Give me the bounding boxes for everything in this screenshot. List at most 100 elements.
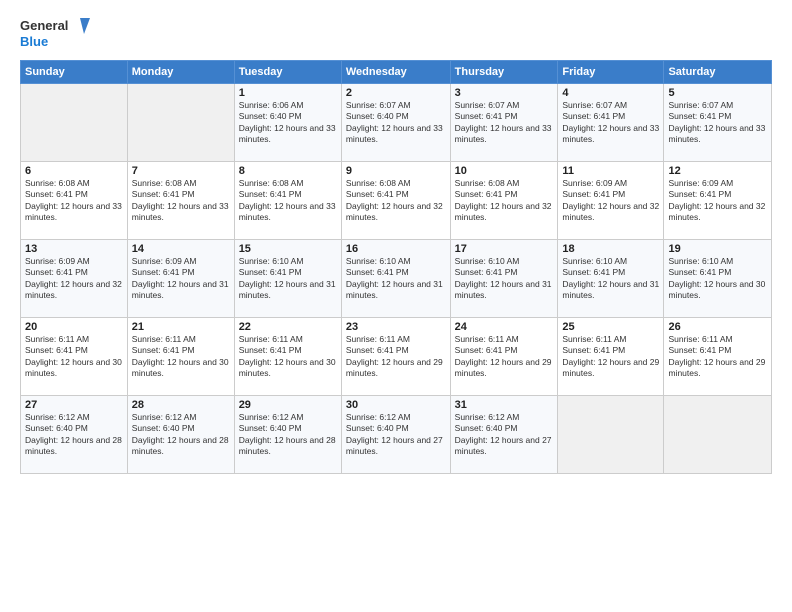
calendar-cell: 31Sunrise: 6:12 AM Sunset: 6:40 PM Dayli… [450, 396, 558, 474]
calendar-week-3: 13Sunrise: 6:09 AM Sunset: 6:41 PM Dayli… [21, 240, 772, 318]
day-info: Sunrise: 6:07 AM Sunset: 6:40 PM Dayligh… [346, 100, 446, 146]
calendar-week-5: 27Sunrise: 6:12 AM Sunset: 6:40 PM Dayli… [21, 396, 772, 474]
calendar-week-4: 20Sunrise: 6:11 AM Sunset: 6:41 PM Dayli… [21, 318, 772, 396]
day-number: 26 [668, 321, 767, 333]
calendar-cell: 12Sunrise: 6:09 AM Sunset: 6:41 PM Dayli… [664, 162, 772, 240]
calendar-cell: 8Sunrise: 6:08 AM Sunset: 6:41 PM Daylig… [234, 162, 341, 240]
day-number: 15 [239, 243, 337, 255]
day-number: 12 [668, 165, 767, 177]
weekday-header-friday: Friday [558, 61, 664, 84]
calendar-cell [558, 396, 664, 474]
calendar-cell: 28Sunrise: 6:12 AM Sunset: 6:40 PM Dayli… [127, 396, 234, 474]
day-number: 18 [562, 243, 659, 255]
calendar-body: 1Sunrise: 6:06 AM Sunset: 6:40 PM Daylig… [21, 84, 772, 474]
calendar-cell: 7Sunrise: 6:08 AM Sunset: 6:41 PM Daylig… [127, 162, 234, 240]
calendar-cell: 4Sunrise: 6:07 AM Sunset: 6:41 PM Daylig… [558, 84, 664, 162]
day-number: 23 [346, 321, 446, 333]
day-number: 8 [239, 165, 337, 177]
weekday-header-saturday: Saturday [664, 61, 772, 84]
day-info: Sunrise: 6:11 AM Sunset: 6:41 PM Dayligh… [25, 334, 123, 380]
calendar-cell: 9Sunrise: 6:08 AM Sunset: 6:41 PM Daylig… [341, 162, 450, 240]
day-number: 10 [455, 165, 554, 177]
day-info: Sunrise: 6:06 AM Sunset: 6:40 PM Dayligh… [239, 100, 337, 146]
weekday-header-thursday: Thursday [450, 61, 558, 84]
day-number: 7 [132, 165, 230, 177]
calendar-cell: 16Sunrise: 6:10 AM Sunset: 6:41 PM Dayli… [341, 240, 450, 318]
day-info: Sunrise: 6:11 AM Sunset: 6:41 PM Dayligh… [562, 334, 659, 380]
day-number: 22 [239, 321, 337, 333]
calendar-cell: 14Sunrise: 6:09 AM Sunset: 6:41 PM Dayli… [127, 240, 234, 318]
day-info: Sunrise: 6:11 AM Sunset: 6:41 PM Dayligh… [346, 334, 446, 380]
day-number: 27 [25, 399, 123, 411]
calendar-week-1: 1Sunrise: 6:06 AM Sunset: 6:40 PM Daylig… [21, 84, 772, 162]
day-info: Sunrise: 6:08 AM Sunset: 6:41 PM Dayligh… [239, 178, 337, 224]
calendar-cell [664, 396, 772, 474]
weekday-header-wednesday: Wednesday [341, 61, 450, 84]
day-number: 20 [25, 321, 123, 333]
calendar-cell: 3Sunrise: 6:07 AM Sunset: 6:41 PM Daylig… [450, 84, 558, 162]
calendar-cell: 2Sunrise: 6:07 AM Sunset: 6:40 PM Daylig… [341, 84, 450, 162]
day-info: Sunrise: 6:10 AM Sunset: 6:41 PM Dayligh… [562, 256, 659, 302]
day-info: Sunrise: 6:11 AM Sunset: 6:41 PM Dayligh… [132, 334, 230, 380]
day-number: 3 [455, 87, 554, 99]
calendar-cell: 21Sunrise: 6:11 AM Sunset: 6:41 PM Dayli… [127, 318, 234, 396]
calendar-cell: 29Sunrise: 6:12 AM Sunset: 6:40 PM Dayli… [234, 396, 341, 474]
day-info: Sunrise: 6:10 AM Sunset: 6:41 PM Dayligh… [239, 256, 337, 302]
calendar-cell: 11Sunrise: 6:09 AM Sunset: 6:41 PM Dayli… [558, 162, 664, 240]
calendar-cell: 15Sunrise: 6:10 AM Sunset: 6:41 PM Dayli… [234, 240, 341, 318]
day-number: 9 [346, 165, 446, 177]
day-number: 19 [668, 243, 767, 255]
day-number: 28 [132, 399, 230, 411]
calendar-cell [21, 84, 128, 162]
logo: General Blue [20, 16, 90, 52]
header: General Blue [20, 16, 772, 52]
day-number: 25 [562, 321, 659, 333]
calendar-cell: 24Sunrise: 6:11 AM Sunset: 6:41 PM Dayli… [450, 318, 558, 396]
calendar-cell: 30Sunrise: 6:12 AM Sunset: 6:40 PM Dayli… [341, 396, 450, 474]
day-info: Sunrise: 6:12 AM Sunset: 6:40 PM Dayligh… [239, 412, 337, 458]
day-number: 1 [239, 87, 337, 99]
calendar-cell: 19Sunrise: 6:10 AM Sunset: 6:41 PM Dayli… [664, 240, 772, 318]
day-info: Sunrise: 6:09 AM Sunset: 6:41 PM Dayligh… [562, 178, 659, 224]
day-info: Sunrise: 6:09 AM Sunset: 6:41 PM Dayligh… [668, 178, 767, 224]
svg-text:General: General [20, 18, 68, 33]
day-info: Sunrise: 6:10 AM Sunset: 6:41 PM Dayligh… [668, 256, 767, 302]
day-number: 4 [562, 87, 659, 99]
calendar-cell: 1Sunrise: 6:06 AM Sunset: 6:40 PM Daylig… [234, 84, 341, 162]
calendar-cell: 20Sunrise: 6:11 AM Sunset: 6:41 PM Dayli… [21, 318, 128, 396]
day-info: Sunrise: 6:12 AM Sunset: 6:40 PM Dayligh… [25, 412, 123, 458]
calendar-cell: 26Sunrise: 6:11 AM Sunset: 6:41 PM Dayli… [664, 318, 772, 396]
day-info: Sunrise: 6:12 AM Sunset: 6:40 PM Dayligh… [455, 412, 554, 458]
calendar-cell [127, 84, 234, 162]
weekday-row: SundayMondayTuesdayWednesdayThursdayFrid… [21, 61, 772, 84]
day-number: 2 [346, 87, 446, 99]
day-number: 29 [239, 399, 337, 411]
calendar-cell: 10Sunrise: 6:08 AM Sunset: 6:41 PM Dayli… [450, 162, 558, 240]
calendar-table: SundayMondayTuesdayWednesdayThursdayFrid… [20, 60, 772, 474]
day-number: 30 [346, 399, 446, 411]
calendar-cell: 23Sunrise: 6:11 AM Sunset: 6:41 PM Dayli… [341, 318, 450, 396]
day-info: Sunrise: 6:08 AM Sunset: 6:41 PM Dayligh… [455, 178, 554, 224]
day-number: 11 [562, 165, 659, 177]
day-info: Sunrise: 6:11 AM Sunset: 6:41 PM Dayligh… [239, 334, 337, 380]
day-number: 21 [132, 321, 230, 333]
calendar-week-2: 6 Sunrise: 6:08 AM Sunset: 6:41 PM Daylig… [21, 162, 772, 240]
calendar-cell: 17Sunrise: 6:10 AM Sunset: 6:41 PM Dayli… [450, 240, 558, 318]
day-info: Sunrise: 6:09 AM Sunset: 6:41 PM Dayligh… [25, 256, 123, 302]
day-number: 16 [346, 243, 446, 255]
day-info: Sunrise: 6:12 AM Sunset: 6:40 PM Dayligh… [346, 412, 446, 458]
day-info: Sunrise: 6:07 AM Sunset: 6:41 PM Dayligh… [562, 100, 659, 146]
calendar-header: SundayMondayTuesdayWednesdayThursdayFrid… [21, 61, 772, 84]
day-info: Sunrise: 6:10 AM Sunset: 6:41 PM Dayligh… [346, 256, 446, 302]
weekday-header-sunday: Sunday [21, 61, 128, 84]
calendar-cell: 18Sunrise: 6:10 AM Sunset: 6:41 PM Dayli… [558, 240, 664, 318]
day-number: 6 [25, 165, 123, 177]
calendar-cell: 22Sunrise: 6:11 AM Sunset: 6:41 PM Dayli… [234, 318, 341, 396]
weekday-header-monday: Monday [127, 61, 234, 84]
day-number: 17 [455, 243, 554, 255]
day-info: Sunrise: 6:09 AM Sunset: 6:41 PM Dayligh… [132, 256, 230, 302]
logo-svg: General Blue [20, 16, 90, 52]
day-number: 24 [455, 321, 554, 333]
day-number: 5 [668, 87, 767, 99]
page: General Blue SundayMondayTuesdayWednesda… [0, 0, 792, 612]
